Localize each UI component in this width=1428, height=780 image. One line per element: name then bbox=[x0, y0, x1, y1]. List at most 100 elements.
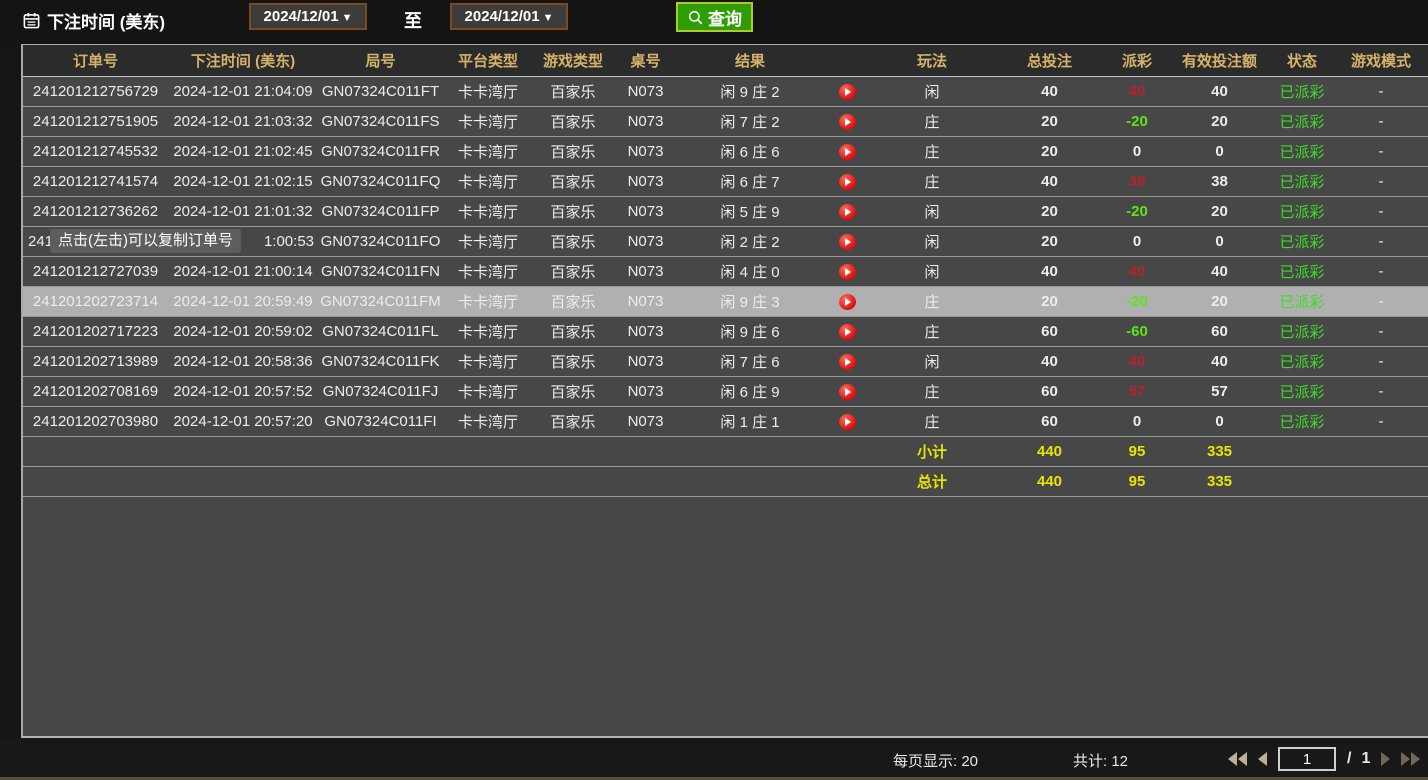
cell-play_icon bbox=[822, 407, 872, 437]
play-video-button[interactable] bbox=[839, 114, 856, 130]
cell-payout: 57 bbox=[1107, 377, 1167, 407]
play-video-button[interactable] bbox=[839, 174, 856, 190]
play-video-button[interactable] bbox=[839, 294, 856, 310]
subtotal-row-cell-play_icon bbox=[822, 437, 872, 467]
cell-platform: 卡卡湾厅 bbox=[443, 227, 533, 257]
cell-payout: -60 bbox=[1107, 317, 1167, 347]
last-page-button[interactable] bbox=[1401, 752, 1420, 766]
table-row[interactable]: 2412012127270392024-12-01 21:00:14GN0732… bbox=[23, 257, 1428, 287]
total-row-cell-game bbox=[533, 467, 613, 497]
cell-order[interactable]: 241201202723714 bbox=[23, 287, 168, 317]
cell-payout: -20 bbox=[1107, 287, 1167, 317]
cell-round: GN07324C011FS bbox=[318, 107, 443, 137]
table-row[interactable]: 2412012127455322024-12-01 21:02:45GN0732… bbox=[23, 137, 1428, 167]
cell-status: 已派彩 bbox=[1272, 77, 1332, 107]
column-header-platform: 平台类型 bbox=[443, 45, 533, 77]
cell-table_no: N073 bbox=[613, 287, 678, 317]
first-page-button[interactable] bbox=[1228, 752, 1247, 766]
total-row-cell-total_bet: 440 bbox=[992, 467, 1107, 497]
column-header-status: 状态 bbox=[1272, 45, 1332, 77]
cell-valid_bet: 0 bbox=[1167, 137, 1272, 167]
cell-play_icon bbox=[822, 107, 872, 137]
column-header-total_bet: 总投注 bbox=[992, 45, 1107, 77]
cell-game: 百家乐 bbox=[533, 167, 613, 197]
cell-table_no: N073 bbox=[613, 107, 678, 137]
play-video-button[interactable] bbox=[839, 84, 856, 100]
table-row[interactable]: 2412012127415742024-12-01 21:02:15GN0732… bbox=[23, 167, 1428, 197]
play-video-button[interactable] bbox=[839, 354, 856, 370]
cell-table_no: N073 bbox=[613, 347, 678, 377]
play-video-button[interactable] bbox=[839, 384, 856, 400]
column-header-valid_bet: 有效投注额 bbox=[1167, 45, 1272, 77]
cell-platform: 卡卡湾厅 bbox=[443, 107, 533, 137]
table-row[interactable]: 2412012127362622024-12-01 21:01:32GN0732… bbox=[23, 197, 1428, 227]
date-range-to-label: 至 bbox=[404, 7, 422, 33]
table-row[interactable]: 2412012127519052024-12-01 21:03:32GN0732… bbox=[23, 107, 1428, 137]
cell-order[interactable]: 241201202703980 bbox=[23, 407, 168, 437]
cell-game: 百家乐 bbox=[533, 317, 613, 347]
cell-total_bet: 40 bbox=[992, 347, 1107, 377]
column-header-payout: 派彩 bbox=[1107, 45, 1167, 77]
subtotal-row-cell-total_bet: 440 bbox=[992, 437, 1107, 467]
query-button[interactable]: 查询 bbox=[676, 2, 753, 32]
cell-order[interactable]: 241201212736262 bbox=[23, 197, 168, 227]
subtotal-row-cell-payout: 95 bbox=[1107, 437, 1167, 467]
subtotal-row-cell-valid_bet: 335 bbox=[1167, 437, 1272, 467]
date-from-select[interactable]: 2024/12/01▼ bbox=[249, 3, 367, 30]
cell-play: 闲 bbox=[872, 77, 992, 107]
cell-status: 已派彩 bbox=[1272, 347, 1332, 377]
table-row[interactable]: 2412012027139892024-12-01 20:58:36GN0732… bbox=[23, 347, 1428, 377]
cell-mode: - bbox=[1332, 167, 1428, 197]
play-video-button[interactable] bbox=[839, 414, 856, 430]
date-to-select[interactable]: 2024/12/01▼ bbox=[450, 3, 568, 30]
cell-table_no: N073 bbox=[613, 77, 678, 107]
cell-play: 庄 bbox=[872, 377, 992, 407]
cell-order[interactable]: 241201212727039 bbox=[23, 257, 168, 287]
cell-table_no: N073 bbox=[613, 317, 678, 347]
cell-platform: 卡卡湾厅 bbox=[443, 407, 533, 437]
cell-round: GN07324C011FI bbox=[318, 407, 443, 437]
table-row[interactable]: 2412012027237142024-12-01 20:59:49GN0732… bbox=[23, 287, 1428, 317]
cell-order[interactable]: 241201202713989 bbox=[23, 347, 168, 377]
play-video-button[interactable] bbox=[839, 324, 856, 340]
previous-page-button[interactable] bbox=[1258, 752, 1267, 766]
cell-play: 闲 bbox=[872, 347, 992, 377]
column-header-round: 局号 bbox=[318, 45, 443, 77]
cell-round: GN07324C011FT bbox=[318, 77, 443, 107]
cell-valid_bet: 40 bbox=[1167, 77, 1272, 107]
play-video-button[interactable] bbox=[839, 234, 856, 250]
cell-order[interactable]: 241201202708169 bbox=[23, 377, 168, 407]
cell-order[interactable]: 241201212745532 bbox=[23, 137, 168, 167]
play-video-button[interactable] bbox=[839, 264, 856, 280]
column-header-time: 下注时间 (美东) bbox=[168, 45, 318, 77]
cell-total_bet: 40 bbox=[992, 77, 1107, 107]
table-row[interactable]: 2412012127567292024-12-01 21:04:09GN0732… bbox=[23, 77, 1428, 107]
play-video-button[interactable] bbox=[839, 204, 856, 220]
cell-mode: - bbox=[1332, 227, 1428, 257]
date-to-value: 2024/12/01 bbox=[465, 8, 540, 25]
next-page-button[interactable] bbox=[1381, 752, 1390, 766]
table-row[interactable]: 2412012027172232024-12-01 20:59:02GN0732… bbox=[23, 317, 1428, 347]
cell-payout: 0 bbox=[1107, 407, 1167, 437]
cell-game: 百家乐 bbox=[533, 107, 613, 137]
table-row[interactable]: 2412012027081692024-12-01 20:57:52GN0732… bbox=[23, 377, 1428, 407]
total-row-cell-valid_bet: 335 bbox=[1167, 467, 1272, 497]
cell-status: 已派彩 bbox=[1272, 197, 1332, 227]
cell-order[interactable]: 241201212741574 bbox=[23, 167, 168, 197]
table-row[interactable]: 2412012027039802024-12-01 20:57:20GN0732… bbox=[23, 407, 1428, 437]
cell-table_no: N073 bbox=[613, 407, 678, 437]
cell-table_no: N073 bbox=[613, 377, 678, 407]
cell-play_icon bbox=[822, 347, 872, 377]
total-row-cell-round bbox=[318, 467, 443, 497]
cell-order[interactable]: 241201212756729 bbox=[23, 77, 168, 107]
cell-order[interactable]: 241201202717223 bbox=[23, 317, 168, 347]
cell-payout: -20 bbox=[1107, 197, 1167, 227]
cell-order[interactable]: 241201212751905 bbox=[23, 107, 168, 137]
page-number-input[interactable] bbox=[1278, 747, 1336, 771]
cell-result: 闲 4 庄 0 bbox=[678, 257, 822, 287]
cell-mode: - bbox=[1332, 257, 1428, 287]
cell-play_icon bbox=[822, 77, 872, 107]
cell-total_bet: 20 bbox=[992, 197, 1107, 227]
play-video-button[interactable] bbox=[839, 144, 856, 160]
cell-table_no: N073 bbox=[613, 167, 678, 197]
